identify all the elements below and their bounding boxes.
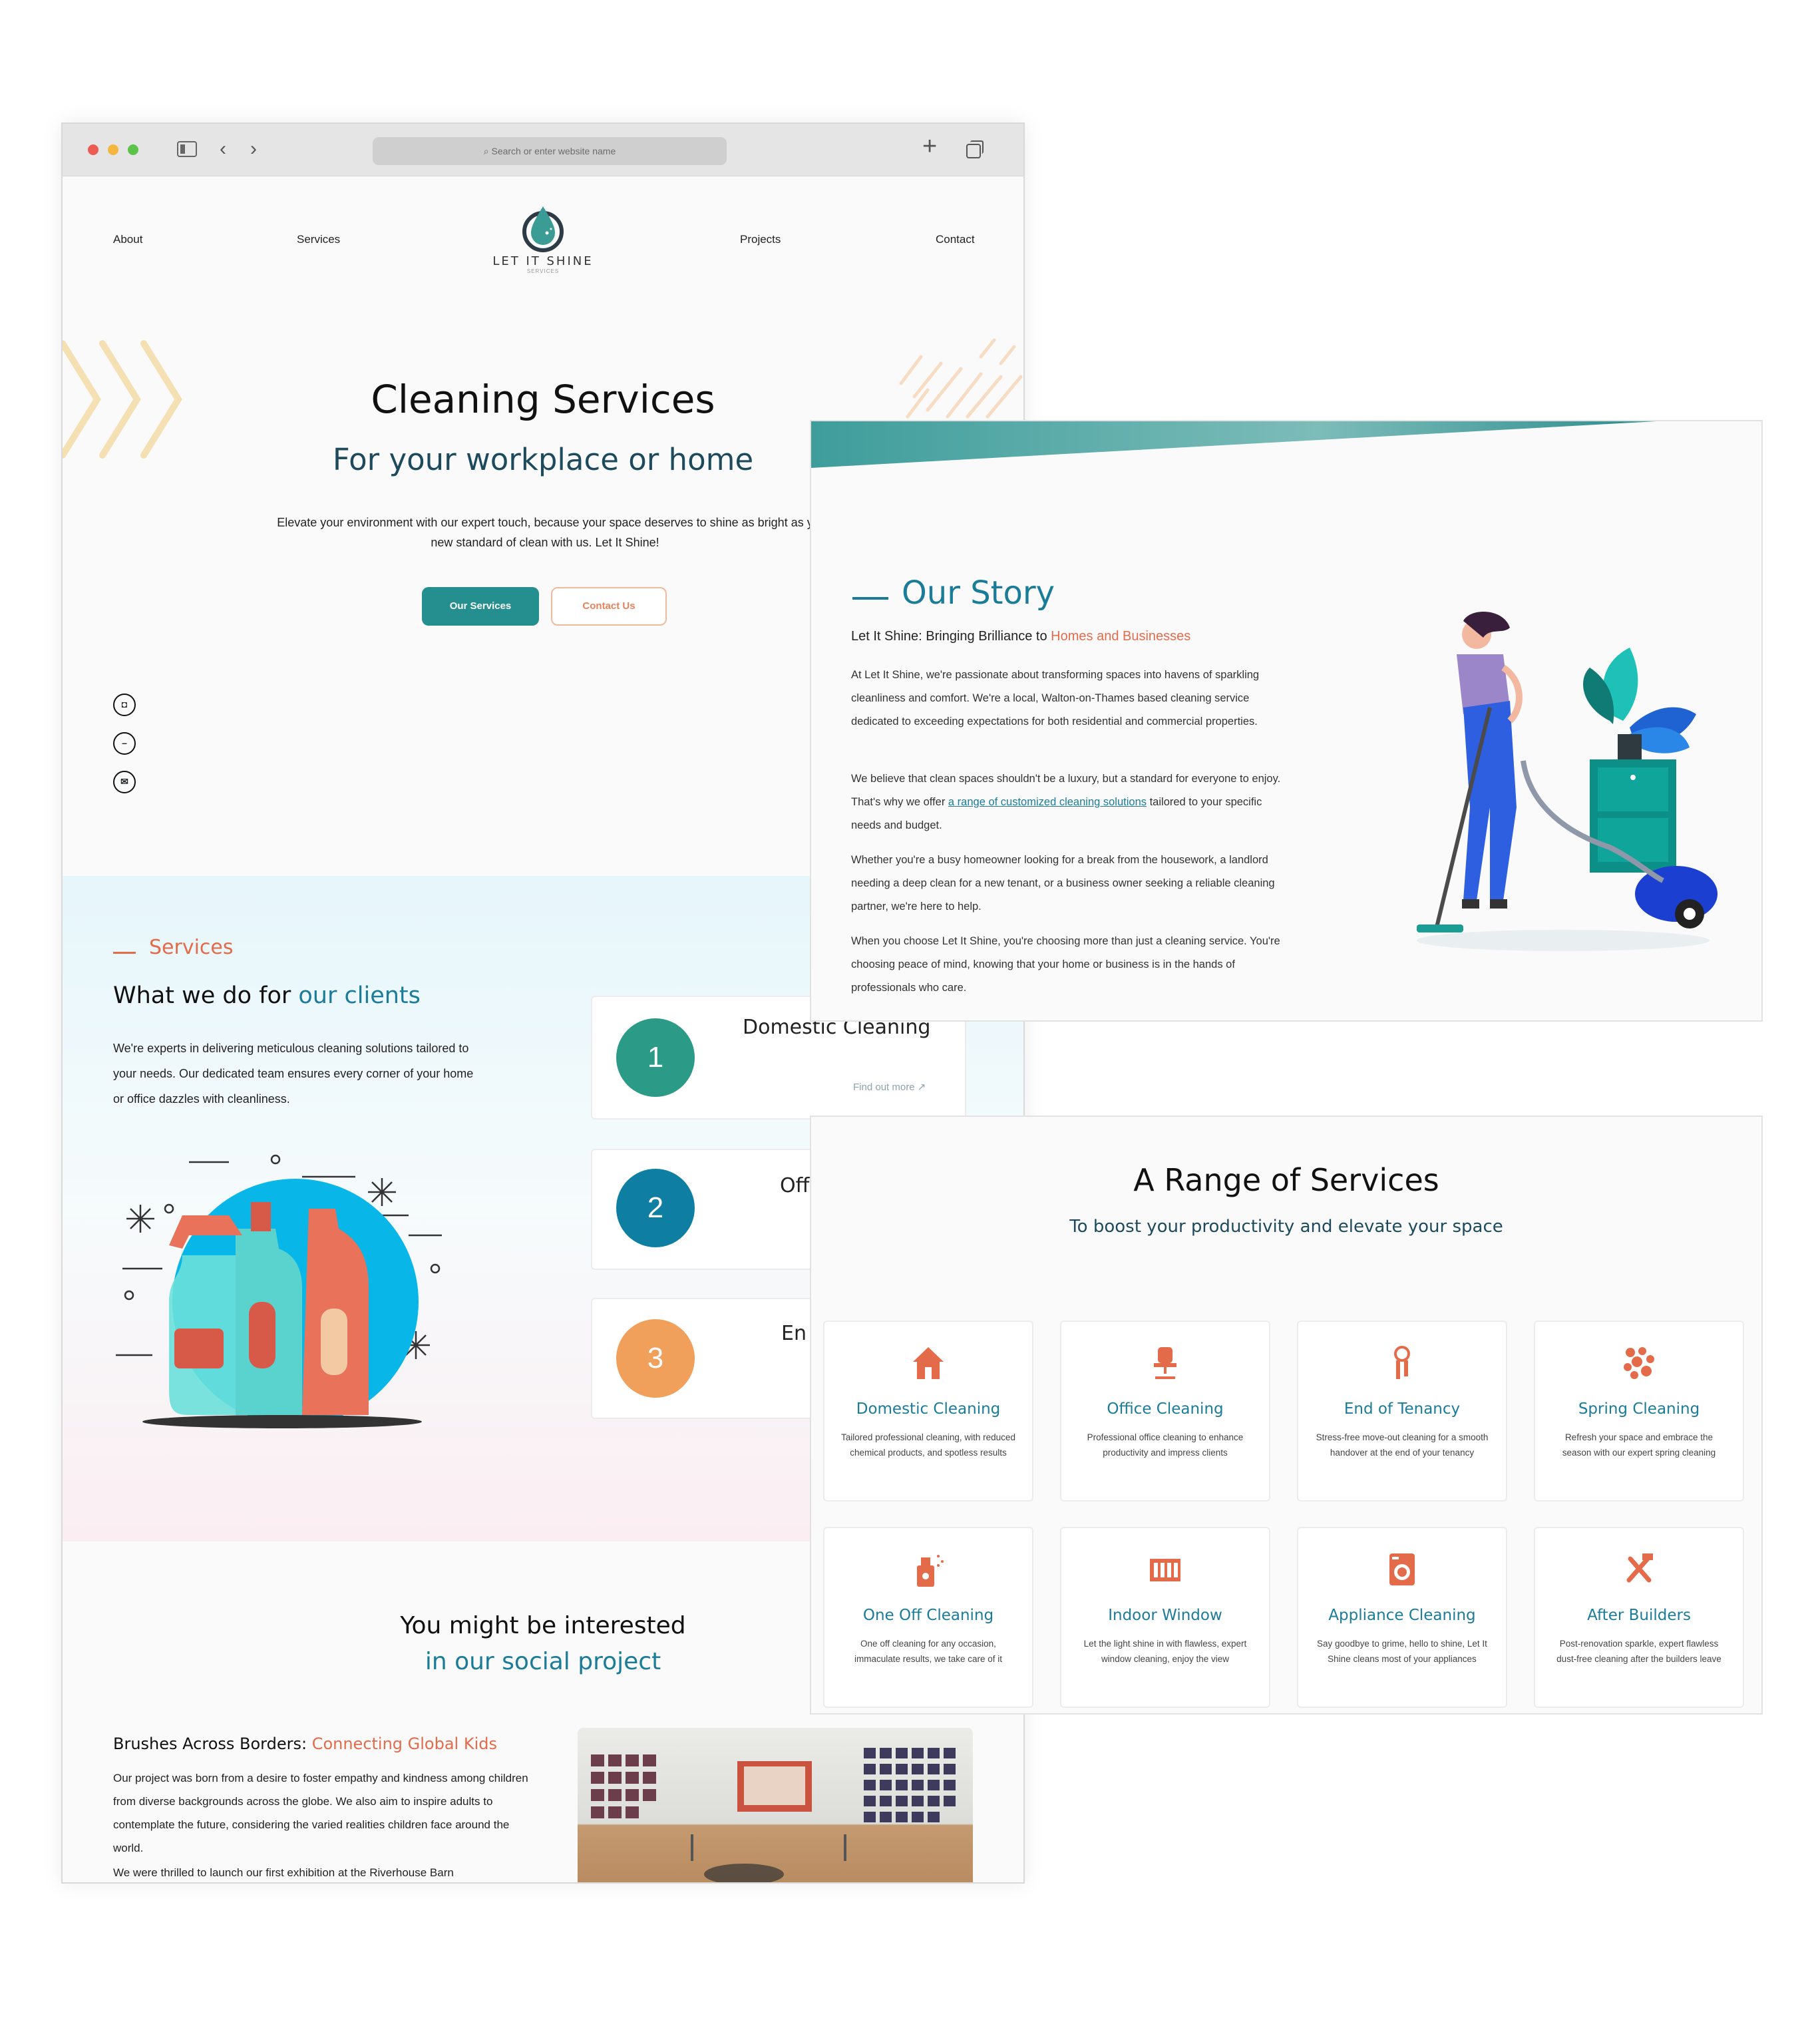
bubbles-icon xyxy=(1624,1347,1654,1379)
service-name: End of Tenancy xyxy=(1344,1400,1461,1418)
sidebar-toggle-icon[interactable] xyxy=(177,141,197,157)
services-heading-plain: What we do for xyxy=(113,982,299,1009)
tools-icon xyxy=(1626,1553,1653,1583)
nav-about[interactable]: About xyxy=(113,233,142,246)
browser-toolbar: ‹ › ⌕ Search or enter website name + xyxy=(63,124,1023,176)
keys-icon xyxy=(1394,1346,1410,1379)
service-tile-indoor-window[interactable]: Indoor Window Let the light shine in wit… xyxy=(1060,1527,1270,1708)
tabs-overview-icon[interactable] xyxy=(966,140,984,158)
close-window-button[interactable] xyxy=(88,144,98,155)
project-title: Brushes Across Borders: Connecting Globa… xyxy=(113,1735,497,1753)
project-description: Our project was born from a desire to fo… xyxy=(113,1772,528,1854)
address-bar[interactable]: ⌕ Search or enter website name xyxy=(373,137,727,165)
hero-title: Cleaning Services xyxy=(371,377,715,422)
instagram-icon[interactable]: ◘ xyxy=(113,694,136,716)
story-paragraph-2: We believe that clean spaces shouldn't b… xyxy=(851,767,1290,837)
service-name: Domestic Cleaning xyxy=(856,1400,1001,1418)
our-services-button[interactable]: Our Services xyxy=(422,587,539,626)
nav-contact[interactable]: Contact xyxy=(936,233,975,246)
woman-vacuuming-illustration-icon xyxy=(1417,612,1718,951)
washing-machine-icon xyxy=(1389,1553,1415,1585)
range-subtitle: To boost your productivity and elevate y… xyxy=(1069,1217,1503,1237)
arrow-up-right-icon: ↗ xyxy=(917,1082,926,1093)
exhibition-gallery-image-icon xyxy=(591,1748,956,1882)
window-icon xyxy=(1150,1559,1180,1581)
service-tile-office-cleaning[interactable]: Office Cleaning Professional office clea… xyxy=(1060,1321,1270,1502)
service-tile-one-off-cleaning[interactable]: One Off Cleaning One off cleaning for an… xyxy=(823,1527,1033,1708)
service-card-title: En xyxy=(781,1322,807,1345)
service-tile-end-of-tenancy[interactable]: End of Tenancy Stress-free move-out clea… xyxy=(1297,1321,1507,1502)
nav-projects[interactable]: Projects xyxy=(740,233,781,246)
range-title: A Range of Services xyxy=(1133,1162,1439,1198)
find-out-more-text: Find out more xyxy=(853,1082,915,1093)
story-paragraph-1: At Let It Shine, we're passionate about … xyxy=(851,669,1260,727)
service-tile-after-builders[interactable]: After Builders Post-renovation sparkle, … xyxy=(1534,1527,1744,1708)
service-name: Office Cleaning xyxy=(1107,1400,1224,1418)
logo-subtext: SERVICES xyxy=(526,268,560,274)
email-icon[interactable]: ✉ xyxy=(113,771,136,793)
service-desc: Tailored professional cleaning, with red… xyxy=(841,1432,1015,1458)
exhibition-photo xyxy=(578,1728,973,1882)
house-icon xyxy=(913,1347,944,1379)
project-title-plain: Brushes Across Borders: xyxy=(113,1735,312,1753)
customized-cleaning-link[interactable]: a range of customized cleaning solutions xyxy=(948,796,1147,808)
new-tab-icon[interactable]: + xyxy=(922,134,937,159)
range-of-services-panel: A Range of Services To boost your produc… xyxy=(810,1116,1763,1715)
service-desc: Refresh your space and embrace the seaso… xyxy=(1562,1432,1716,1458)
story-paragraph-4: When you choose Let It Shine, you're cho… xyxy=(851,935,1280,994)
service-number-1: 1 xyxy=(616,1018,695,1097)
services-tag: Services xyxy=(149,936,234,959)
logo-text: LET IT SHINE xyxy=(492,254,594,268)
back-icon[interactable]: ‹ xyxy=(220,137,226,161)
service-desc: Say goodbye to grime, hello to shine, Le… xyxy=(1317,1639,1487,1664)
service-name: After Builders xyxy=(1587,1607,1691,1624)
water-drop-logo-icon xyxy=(522,206,564,252)
service-tile-domestic-cleaning[interactable]: Domestic Cleaning Tailored professional … xyxy=(823,1321,1033,1502)
story-subtitle: Let It Shine: Bringing Brilliance to Hom… xyxy=(851,629,1190,644)
service-desc: Professional office cleaning to enhance … xyxy=(1087,1432,1244,1458)
service-desc: Let the light shine in with flawless, ex… xyxy=(1083,1639,1247,1664)
project-title-highlight: Connecting Global Kids xyxy=(311,1735,497,1753)
contact-us-button[interactable]: Contact Us xyxy=(551,587,667,626)
service-name: One Off Cleaning xyxy=(862,1607,994,1624)
service-card-title: Off xyxy=(780,1174,810,1197)
forward-icon[interactable]: › xyxy=(250,137,257,161)
services-heading-highlight: our clients xyxy=(298,982,421,1009)
office-chair-icon xyxy=(1154,1347,1176,1379)
service-tile-appliance-cleaning[interactable]: Appliance Cleaning Say goodbye to grime,… xyxy=(1297,1527,1507,1708)
service-desc: One off cleaning for any occasion, immac… xyxy=(854,1639,1003,1664)
service-number-3: 3 xyxy=(616,1319,695,1398)
hero-description: Elevate your environment with our expert… xyxy=(277,516,813,549)
story-title-line xyxy=(852,597,888,600)
services-description: We're experts in delivering meticulous c… xyxy=(113,1042,474,1106)
minimize-window-button[interactable] xyxy=(108,144,118,155)
project-description-continued: We were thrilled to launch our first exh… xyxy=(113,1866,454,1879)
story-paragraph-3: Whether you're a busy homeowner looking … xyxy=(851,854,1275,913)
maximize-window-button[interactable] xyxy=(128,144,138,155)
address-placeholder: Search or enter website name xyxy=(491,146,616,156)
service-desc: Post-renovation sparkle, expert flawless… xyxy=(1556,1639,1721,1664)
services-tag-line xyxy=(113,952,136,954)
our-story-panel: Our Story Let It Shine: Bringing Brillia… xyxy=(810,420,1763,1022)
story-subtitle-plain: Let It Shine: Bringing Brilliance to xyxy=(851,629,1051,644)
nav-services[interactable]: Services xyxy=(297,233,340,246)
services-heading: What we do for our clients xyxy=(113,982,421,1009)
cleaning-bottles-illustration-icon xyxy=(109,1154,508,1428)
story-title: Our Story xyxy=(902,574,1055,612)
decorative-banner-icon xyxy=(811,421,1656,468)
service-name: Spring Cleaning xyxy=(1578,1400,1700,1418)
service-tile-spring-cleaning[interactable]: Spring Cleaning Refresh your space and e… xyxy=(1534,1321,1744,1502)
service-name: Indoor Window xyxy=(1108,1607,1222,1624)
story-subtitle-highlight: Homes and Businesses xyxy=(1051,629,1191,644)
find-out-more-link[interactable]: Find out more ↗ xyxy=(853,1081,926,1093)
service-desc: Stress-free move-out cleaning for a smoo… xyxy=(1316,1432,1489,1458)
service-number-2: 2 xyxy=(616,1169,695,1247)
search-icon: ⌕ xyxy=(483,146,492,156)
linktree-icon[interactable]: – xyxy=(113,732,136,755)
spray-bottle-icon xyxy=(917,1555,944,1587)
service-name: Appliance Cleaning xyxy=(1328,1607,1476,1624)
logo[interactable]: LET IT SHINE SERVICES xyxy=(490,201,596,281)
